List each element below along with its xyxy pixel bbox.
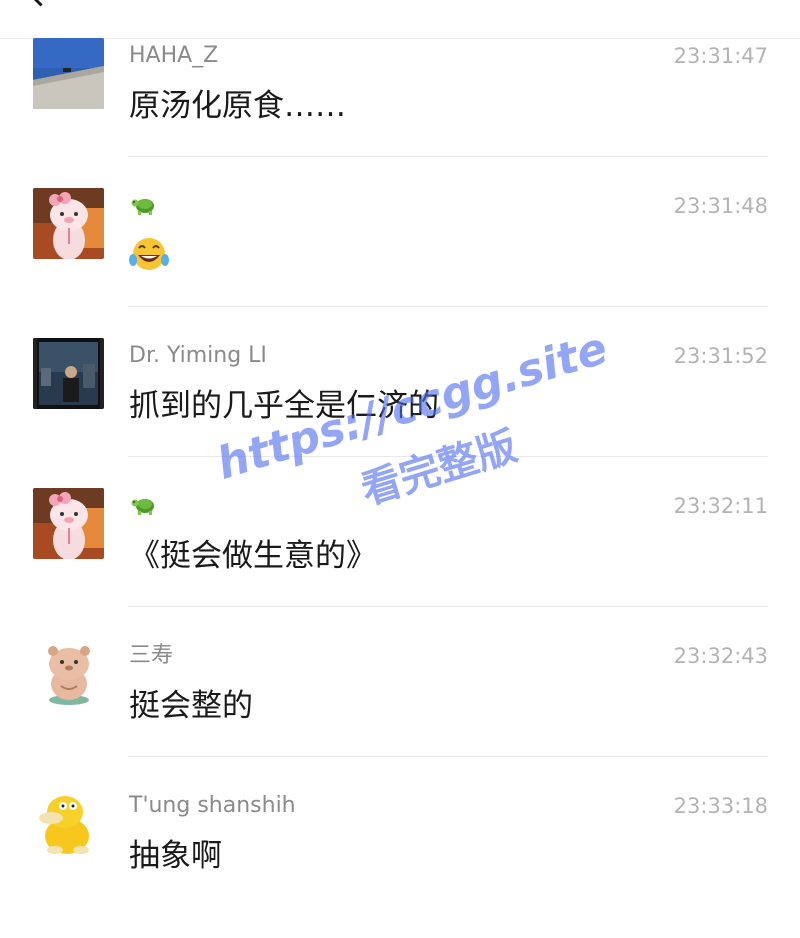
message-time: 23:31:47 <box>673 44 768 68</box>
message-content <box>129 236 169 282</box>
message-time: 23:32:43 <box>673 644 768 668</box>
message-item[interactable]: 23:32:11 《挺会做生意的》 <box>0 488 800 638</box>
message-content: 抓到的几乎全是仁济的 <box>129 388 439 424</box>
sender-name <box>129 492 159 524</box>
avatar[interactable] <box>33 338 104 409</box>
message-item[interactable]: T'ung shanshih 23:33:18 抽象啊 <box>0 788 800 938</box>
avatar[interactable] <box>33 488 104 559</box>
sender-name: 三寿 <box>129 643 174 668</box>
avatar[interactable] <box>33 788 104 859</box>
message-content: 抽象啊 <box>129 838 222 874</box>
sky-wall-photo-icon <box>33 38 104 109</box>
tears-of-joy-emoji-icon <box>129 236 169 282</box>
divider <box>128 606 768 607</box>
turtle-emoji-icon <box>129 492 159 524</box>
avatar[interactable] <box>33 38 104 109</box>
divider <box>128 756 768 757</box>
message-time: 23:31:48 <box>673 194 768 218</box>
pink-pig-mascot-icon <box>33 488 104 559</box>
psyduck-duck-icon <box>33 788 104 859</box>
avatar[interactable] <box>33 188 104 259</box>
top-bar <box>0 0 800 39</box>
cartoon-bear-icon <box>33 638 104 709</box>
sender-name: Dr. Yiming LI <box>129 343 267 368</box>
sender-name: T'ung shanshih <box>129 793 296 818</box>
divider <box>128 456 768 457</box>
pink-pig-mascot-icon <box>33 188 104 259</box>
avatar[interactable] <box>33 638 104 709</box>
message-item[interactable]: 三寿 23:32:43 挺会整的 <box>0 638 800 788</box>
message-item[interactable]: 23:31:48 <box>0 188 800 338</box>
message-content: 《挺会做生意的》 <box>129 538 377 574</box>
back-chevron-icon[interactable] <box>28 0 53 7</box>
message-time: 23:31:52 <box>673 344 768 368</box>
message-item[interactable]: Dr. Yiming LI 23:31:52 抓到的几乎全是仁济的 <box>0 338 800 488</box>
turtle-emoji-icon <box>129 192 159 224</box>
divider <box>128 306 768 307</box>
message-time: 23:33:18 <box>673 794 768 818</box>
message-time: 23:32:11 <box>673 494 768 518</box>
sender-name: HAHA_Z <box>129 43 219 68</box>
message-content: 原汤化原食…… <box>129 88 346 124</box>
message-content: 挺会整的 <box>129 688 253 724</box>
sender-name <box>129 192 159 224</box>
message-item[interactable]: HAHA_Z 23:31:47 原汤化原食…… <box>0 38 800 188</box>
divider <box>128 156 768 157</box>
film-night-photo-icon <box>33 338 104 409</box>
